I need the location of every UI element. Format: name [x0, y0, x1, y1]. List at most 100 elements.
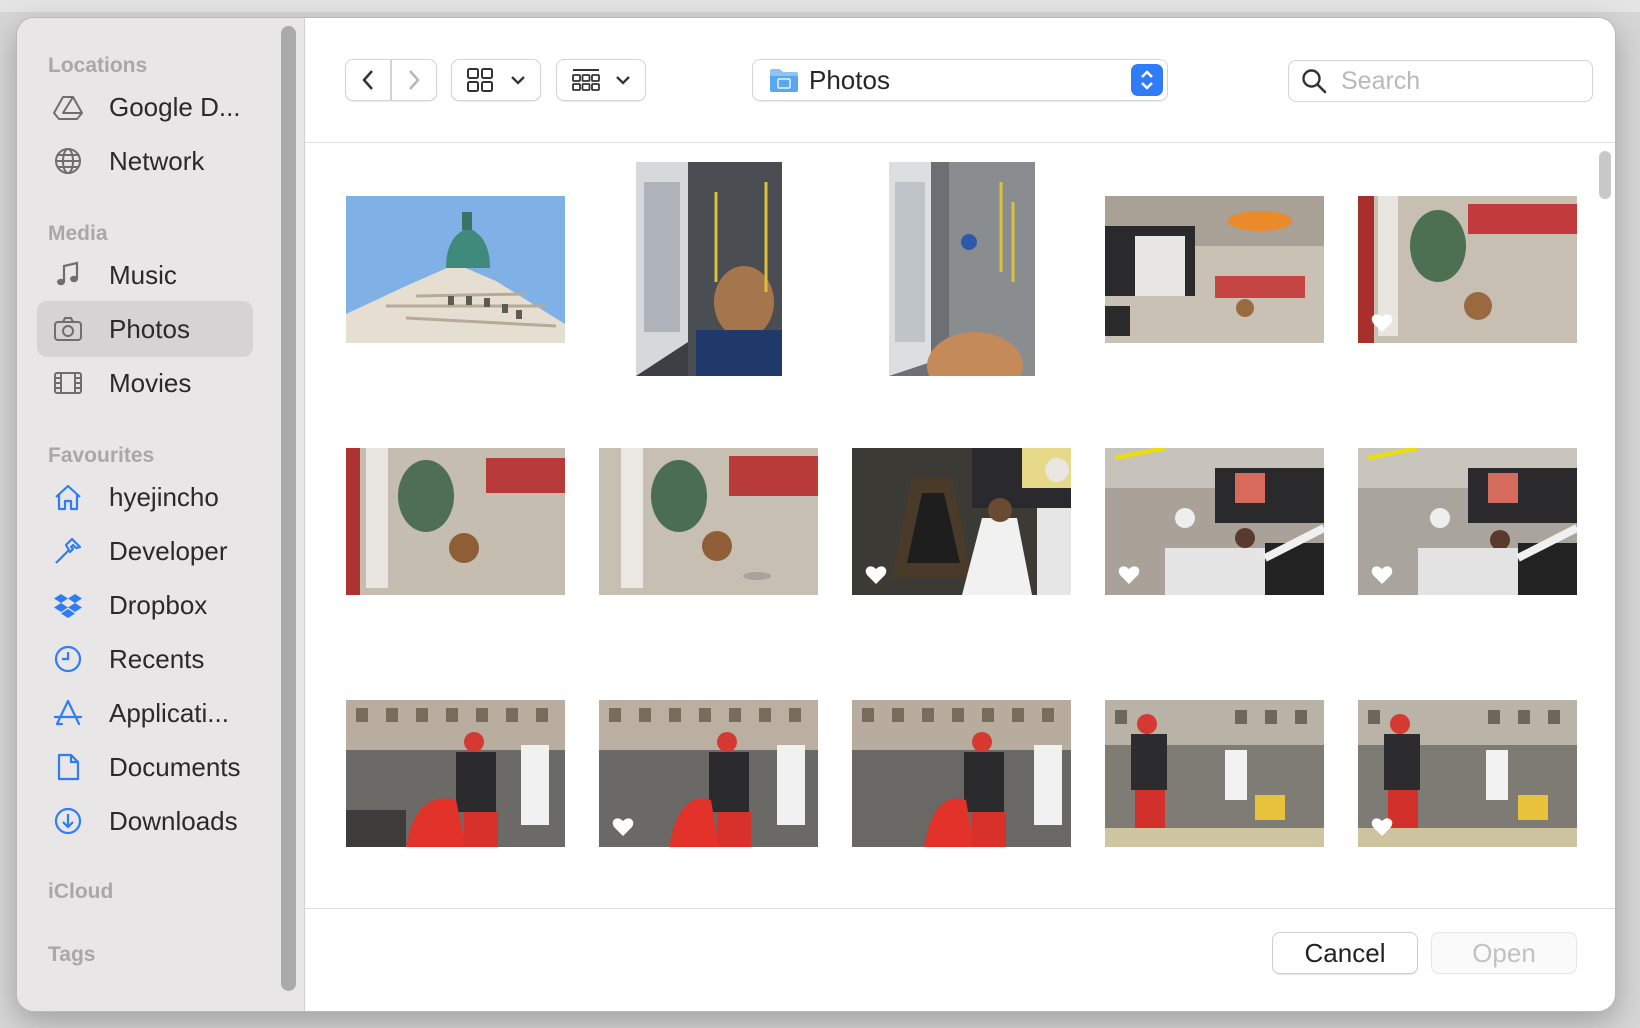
sidebar-item-network[interactable]: Network — [37, 133, 253, 189]
photo-thumbnail — [599, 699, 818, 847]
photo-thumbnail — [1105, 195, 1324, 343]
globe-icon — [51, 144, 85, 178]
section-locations: Locations — [48, 54, 148, 77]
search-input[interactable] — [1341, 66, 1571, 96]
film-icon — [51, 366, 85, 400]
sidebar-item-google-drive[interactable]: Google D... — [37, 79, 253, 135]
desktop-strip — [0, 0, 1640, 12]
sidebar-item-label: hyejincho — [109, 481, 219, 512]
chevron-left-icon — [362, 70, 373, 90]
photo-item[interactable] — [835, 395, 1088, 647]
sidebar-item-documents[interactable]: Documents — [37, 739, 253, 795]
sidebar-item-label: Google D... — [109, 91, 241, 122]
forward-button[interactable] — [391, 59, 437, 101]
section-media: Media — [48, 222, 108, 245]
music-note-icon — [51, 258, 85, 292]
section-icloud: iCloud — [48, 880, 114, 903]
clock-icon — [51, 642, 85, 676]
open-button[interactable]: Open — [1431, 932, 1577, 974]
favorite-heart-icon — [1371, 817, 1393, 836]
sidebar: Locations Google D... Network Media Musi… — [17, 18, 305, 1011]
photo-item[interactable] — [582, 143, 835, 395]
favorite-heart-icon — [1371, 313, 1393, 332]
sidebar-item-dropbox[interactable]: Dropbox — [37, 577, 253, 633]
photo-thumbnail — [346, 195, 565, 343]
photo-item[interactable] — [1088, 395, 1341, 647]
sidebar-item-label: Photos — [109, 313, 190, 344]
applications-icon — [51, 696, 85, 730]
photo-thumbnail — [1105, 699, 1324, 847]
sidebar-item-label: Developer — [109, 535, 228, 566]
photo-thumbnail — [888, 162, 1035, 376]
photo-item[interactable] — [835, 647, 1088, 899]
icon-grid-icon — [467, 68, 493, 92]
photo-item[interactable] — [1341, 647, 1594, 899]
download-icon — [51, 804, 85, 838]
toolbar: Photos — [305, 18, 1615, 143]
dropbox-icon — [51, 588, 85, 622]
sidebar-item-developer[interactable]: Developer — [37, 523, 253, 579]
popup-stepper-icon — [1131, 64, 1163, 96]
photo-item[interactable] — [1341, 395, 1594, 647]
favorite-heart-icon — [1371, 565, 1393, 584]
sidebar-item-photos[interactable]: Photos — [37, 301, 253, 357]
sidebar-item-label: Applicati... — [109, 697, 229, 728]
sidebar-item-label: Dropbox — [109, 589, 208, 620]
photo-item[interactable] — [1341, 143, 1594, 395]
sidebar-item-label: Downloads — [109, 805, 238, 836]
sidebar-item-downloads[interactable]: Downloads — [37, 793, 253, 849]
sidebar-item-label: Movies — [109, 367, 192, 398]
photo-thumbnail — [635, 162, 782, 376]
photo-item[interactable] — [329, 143, 582, 395]
photo-thumbnail — [346, 699, 565, 847]
document-icon — [51, 750, 85, 784]
sidebar-item-recents[interactable]: Recents — [37, 631, 253, 687]
photo-thumbnail — [1358, 195, 1577, 343]
photo-item[interactable] — [1088, 143, 1341, 395]
photo-thumbnail — [1358, 447, 1577, 595]
photo-thumbnail — [852, 447, 1071, 595]
favorite-heart-icon — [612, 817, 634, 836]
location-label: Photos — [809, 64, 890, 95]
photo-grid — [305, 143, 1615, 909]
chevron-down-icon — [511, 76, 525, 85]
open-file-dialog: Locations Google D... Network Media Musi… — [16, 17, 1616, 1012]
sidebar-item-home[interactable]: hyejincho — [37, 469, 253, 525]
search-icon — [1302, 69, 1327, 94]
sidebar-item-label: Network — [109, 145, 205, 176]
cancel-button[interactable]: Cancel — [1272, 932, 1418, 974]
grid-scrollbar[interactable] — [1599, 151, 1611, 199]
view-mode-button[interactable] — [451, 59, 541, 101]
photo-item[interactable] — [582, 395, 835, 647]
photo-thumbnail — [346, 447, 565, 595]
sidebar-item-applications[interactable]: Applicati... — [37, 685, 253, 741]
sidebar-scrollbar[interactable] — [281, 26, 296, 991]
section-favourites: Favourites — [48, 444, 155, 467]
sidebar-item-movies[interactable]: Movies — [37, 355, 253, 411]
search-field[interactable] — [1288, 60, 1593, 102]
sidebar-item-music[interactable]: Music — [37, 247, 253, 303]
house-icon — [51, 480, 85, 514]
hammer-icon — [51, 534, 85, 568]
photo-item[interactable] — [329, 647, 582, 899]
sidebar-item-label: Recents — [109, 643, 205, 674]
photo-item[interactable] — [1088, 647, 1341, 899]
photo-thumbnail — [1358, 699, 1577, 847]
sidebar-item-label: Documents — [109, 751, 241, 782]
google-drive-icon — [51, 90, 85, 124]
chevron-right-icon — [409, 70, 420, 90]
chevron-down-icon — [616, 76, 630, 85]
favorite-heart-icon — [865, 565, 887, 584]
folder-icon — [770, 69, 798, 92]
location-popup[interactable]: Photos — [752, 59, 1168, 101]
photo-item[interactable] — [582, 647, 835, 899]
photo-item[interactable] — [835, 143, 1088, 395]
photo-thumbnail — [1105, 447, 1324, 595]
photo-thumbnail — [852, 699, 1071, 847]
back-button[interactable] — [345, 59, 391, 101]
sidebar-item-label: Music — [109, 259, 177, 290]
photo-thumbnail — [599, 447, 818, 595]
group-by-button[interactable] — [556, 59, 646, 101]
gallery-grid-icon — [572, 69, 600, 91]
photo-item[interactable] — [329, 395, 582, 647]
